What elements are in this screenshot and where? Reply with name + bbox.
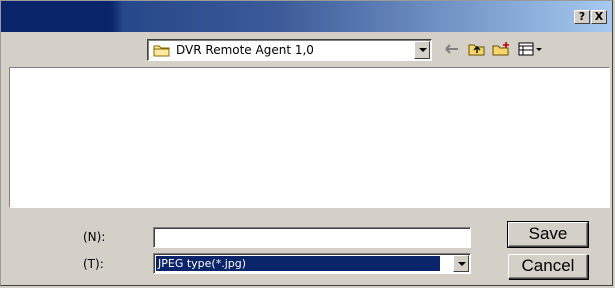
location-text: DVR Remote Agent 1,0: [176, 43, 314, 57]
title-bar[interactable]: ? X: [1, 1, 612, 32]
new-folder-icon[interactable]: [492, 41, 512, 57]
view-menu-icon[interactable]: [518, 41, 544, 57]
back-arrow-icon[interactable]: [444, 41, 460, 57]
toolbar: DVR Remote Agent 1,0: [1, 36, 612, 62]
location-combobox[interactable]: DVR Remote Agent 1,0: [147, 39, 432, 61]
cancel-button[interactable]: Cancel: [508, 254, 588, 279]
close-button[interactable]: X: [591, 10, 607, 24]
file-list[interactable]: [9, 67, 610, 208]
filetype-label: (T):: [83, 257, 104, 271]
save-button[interactable]: Save: [507, 221, 589, 248]
filename-input[interactable]: [153, 227, 471, 248]
location-dropdown-button[interactable]: [414, 41, 430, 59]
folder-icon: [153, 44, 171, 60]
help-button[interactable]: ?: [574, 10, 590, 24]
filetype-selected-value: JPEG type(*.jpg): [156, 256, 440, 271]
filetype-select[interactable]: JPEG type(*.jpg): [153, 253, 471, 274]
save-dialog: ? X DVR Remote Agent 1,0 (N): (T): JPEG …: [0, 0, 613, 286]
filetype-dropdown-button[interactable]: [453, 255, 469, 272]
filename-label: (N):: [83, 230, 106, 244]
up-folder-icon[interactable]: [468, 41, 486, 57]
